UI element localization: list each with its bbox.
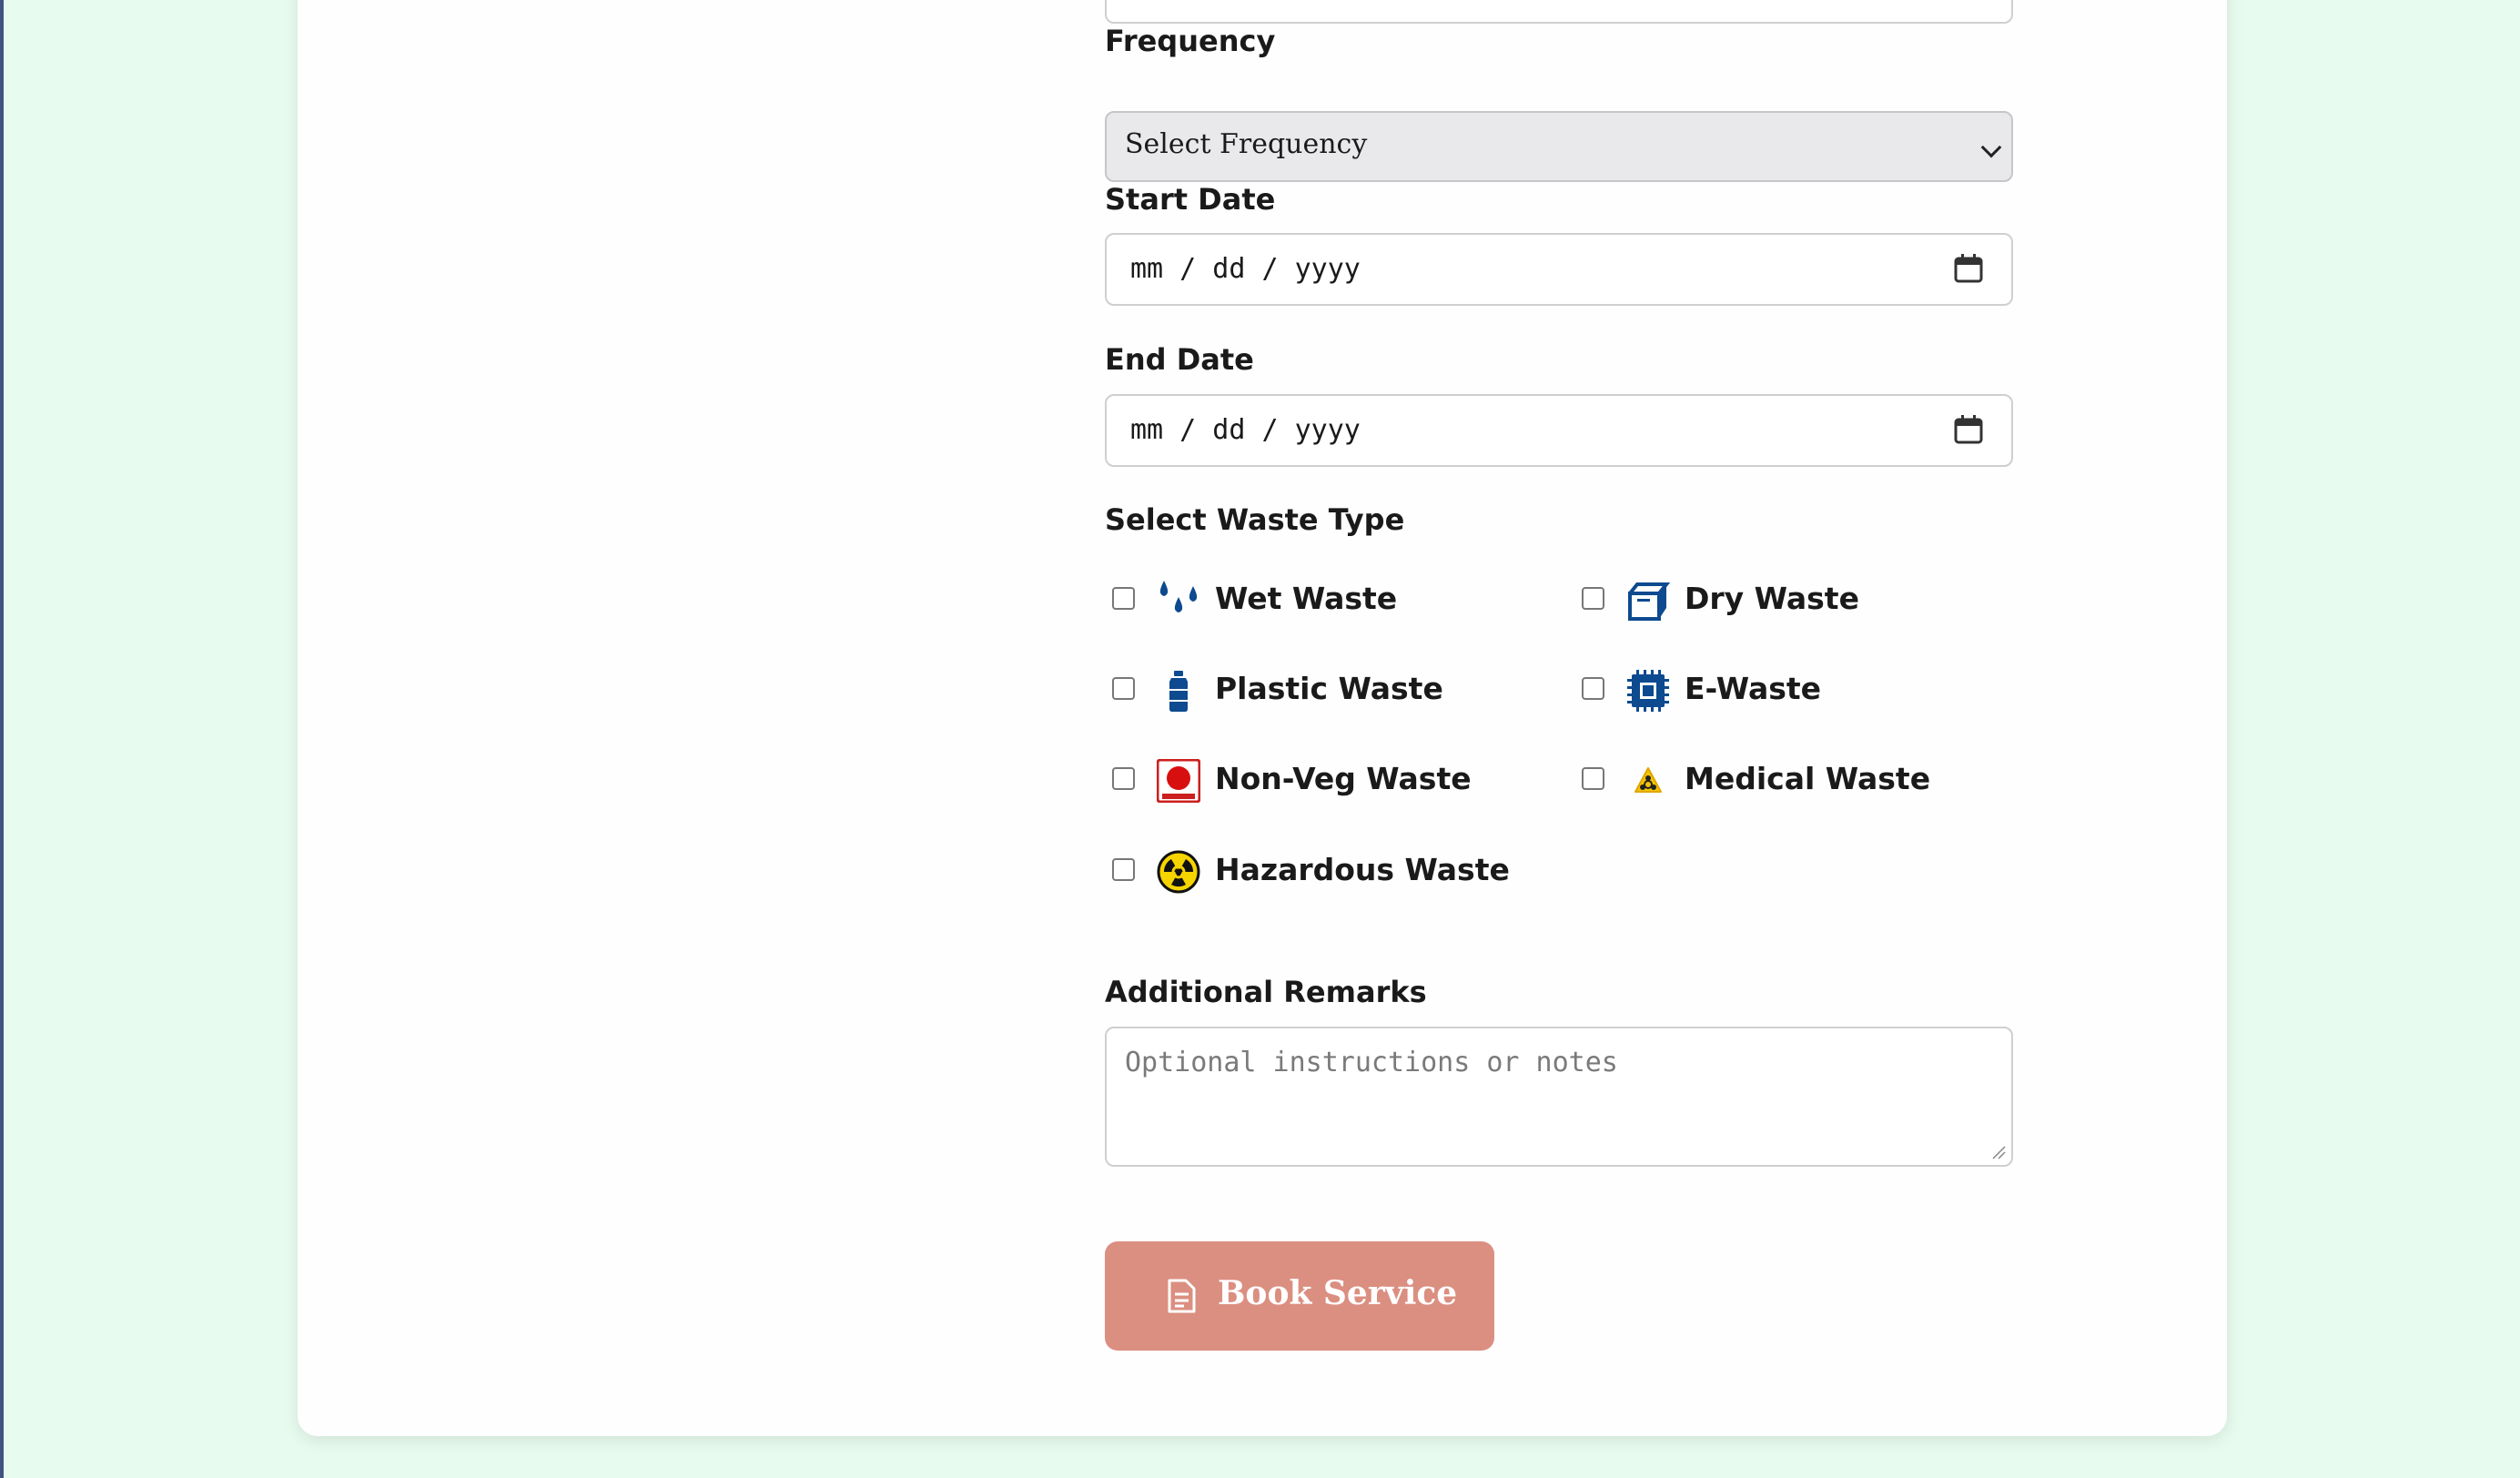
remarks-label: Additional Remarks [1105,975,1427,1009]
form-card: Frequency Select Frequency Start Date mm… [298,0,2227,1436]
resize-grip-icon[interactable] [1989,1143,2006,1159]
left-border [0,0,4,1478]
start-date-input[interactable]: mm / dd / yyyy [1105,233,2013,306]
dry-waste-checkbox[interactable] [1582,587,1604,610]
waste-type-label: Select Waste Type [1105,502,1405,537]
waste-option-dry[interactable]: Dry Waste [1574,573,1984,628]
chip-icon [1627,670,1669,712]
end-date-placeholder: mm / dd / yyyy [1130,414,1361,446]
previous-field[interactable] [1105,0,2013,24]
hazardous-waste-checkbox[interactable] [1112,858,1135,881]
biohazard-icon [1634,767,1662,793]
start-date-placeholder: mm / dd / yyyy [1130,253,1361,285]
bottle-icon [1169,671,1188,712]
waste-option-hazardous[interactable]: Hazardous Waste [1105,845,1514,899]
start-date-label: Start Date [1105,182,1276,217]
frequency-value: Select Frequency [1125,128,1368,160]
book-service-label: Book Service [1218,1274,1458,1312]
water-drops-icon [1159,581,1198,612]
frequency-select[interactable]: Select Frequency [1105,111,2013,182]
e-waste-checkbox[interactable] [1582,677,1604,700]
waste-option-medical[interactable]: Medical Waste [1574,754,1984,808]
dry-waste-label: Dry Waste [1685,581,1859,616]
remarks-textarea[interactable]: Optional instructions or notes [1105,1027,2013,1167]
plastic-waste-label: Plastic Waste [1215,671,1443,706]
frequency-label: Frequency [1105,24,1276,58]
wet-waste-label: Wet Waste [1215,581,1398,616]
book-service-button[interactable]: Book Service [1105,1241,1494,1351]
waste-option-plastic[interactable]: Plastic Waste [1105,663,1514,718]
radiation-icon [1157,850,1200,894]
end-date-label: End Date [1105,342,1254,377]
waste-option-wet[interactable]: Wet Waste [1105,573,1514,628]
non-veg-waste-checkbox[interactable] [1112,767,1135,790]
remarks-placeholder: Optional instructions or notes [1125,1047,1618,1078]
medical-waste-checkbox[interactable] [1582,767,1604,790]
hazardous-waste-label: Hazardous Waste [1215,852,1510,887]
waste-option-non-veg[interactable]: Non-Veg Waste [1105,754,1514,808]
non-veg-icon [1157,759,1200,803]
non-veg-waste-label: Non-Veg Waste [1215,761,1472,796]
waste-option-e-waste[interactable]: E-Waste [1574,663,1984,718]
calendar-icon[interactable] [1953,253,1984,284]
box-icon [1628,582,1670,621]
document-icon [1168,1279,1196,1313]
chevron-down-icon [1980,137,2002,158]
plastic-waste-checkbox[interactable] [1112,677,1135,700]
calendar-icon[interactable] [1953,414,1984,445]
e-waste-label: E-Waste [1685,671,1822,706]
medical-waste-label: Medical Waste [1685,761,1931,796]
wet-waste-checkbox[interactable] [1112,587,1135,610]
end-date-input[interactable]: mm / dd / yyyy [1105,394,2013,467]
